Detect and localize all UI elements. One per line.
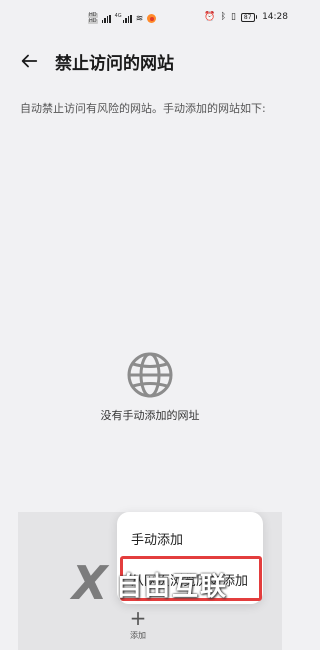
- signal-icon: [122, 14, 132, 23]
- app-bar: 禁止访问的网站: [0, 44, 300, 78]
- add-button[interactable]: + 添加: [118, 606, 158, 641]
- add-label: 添加: [130, 631, 146, 640]
- battery-level: 87: [240, 12, 255, 22]
- vibrate-icon: ▯: [230, 12, 236, 22]
- empty-state: 没有手动添加的网址: [0, 350, 300, 423]
- sim-icon: HD HD: [88, 12, 98, 24]
- wifi-icon: ≋: [135, 13, 144, 24]
- watermark-x-logo: X: [72, 556, 108, 610]
- plus-icon: +: [129, 606, 147, 630]
- signal-icon: [101, 14, 111, 23]
- back-button[interactable]: [18, 50, 40, 72]
- page-title: 禁止访问的网站: [55, 54, 174, 74]
- battery-icon: 87: [240, 12, 258, 22]
- empty-message: 没有手动添加的网址: [100, 409, 200, 422]
- clock: 14:28: [262, 12, 288, 22]
- arrow-left-icon: [21, 54, 38, 68]
- watermark-text: 自由互联: [116, 572, 229, 602]
- description-text: 自动禁止访问有风险的网站。手动添加的网站如下:: [20, 102, 266, 115]
- notification-icon: [147, 14, 157, 23]
- globe-icon: [127, 352, 173, 398]
- status-bar: HD HD 4G ≋ ⏰ ᛒ ▯ 87 14:28: [0, 0, 300, 40]
- network-type: 4G: [114, 13, 122, 19]
- menu-item-manual-add[interactable]: 手动添加: [131, 529, 183, 548]
- bluetooth-icon: ᛒ: [220, 12, 226, 22]
- alarm-icon: ⏰: [204, 12, 216, 22]
- watermark: X 自由互联: [72, 556, 262, 610]
